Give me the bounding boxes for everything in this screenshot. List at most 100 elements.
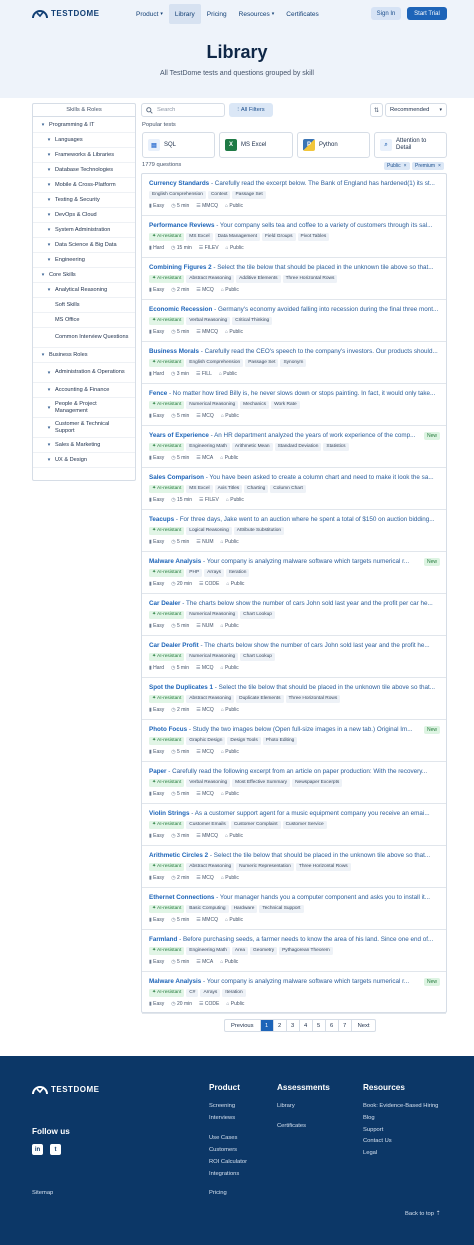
sidebar-item[interactable]: ▾ UX & Design <box>33 453 135 468</box>
question-row[interactable]: Economic Recession - Germany's economy a… <box>142 300 446 342</box>
page-button[interactable]: 5 <box>313 1020 326 1031</box>
question-title[interactable]: Paper - Carefully read the following exc… <box>149 768 441 775</box>
page-button[interactable]: 1 <box>260 1020 274 1031</box>
close-icon[interactable]: × <box>438 163 441 169</box>
sidebar-item[interactable]: ▾ Mobile & Cross-Platform <box>33 178 135 193</box>
question-row[interactable]: Car Dealer - The charts below show the n… <box>142 594 446 636</box>
sidebar-item[interactable]: ▾ Core Skills <box>33 268 135 283</box>
footer-link[interactable]: Interviews <box>209 1115 235 1121</box>
question-title[interactable]: Arithmetic Circles 2 - Select the tile b… <box>149 852 441 859</box>
question-title[interactable]: Photo Focus - Study the two images below… <box>149 726 419 733</box>
sidebar-item[interactable]: ▾ System Administration <box>33 223 135 238</box>
question-row[interactable]: Performance Reviews - Your company sells… <box>142 216 446 258</box>
search-input[interactable] <box>157 107 217 113</box>
sort-select[interactable]: Recommended ▾ <box>385 103 447 117</box>
sidebar-item[interactable]: ▾ Languages <box>33 133 135 148</box>
previous-page-button[interactable]: Previous <box>225 1020 261 1031</box>
question-title[interactable]: Malware Analysis - Your company is analy… <box>149 978 419 985</box>
question-title[interactable]: Combining Figures 2 - Select the tile be… <box>149 264 441 271</box>
question-row[interactable]: Spot the Duplicates 1 - Select the tile … <box>142 678 446 720</box>
question-title[interactable]: Sales Comparison - You have been asked t… <box>149 474 441 481</box>
footer-link[interactable]: ROI Calculator <box>209 1159 247 1165</box>
question-title[interactable]: Farmland - Before purchasing seeds, a fa… <box>149 936 441 943</box>
twitter-icon[interactable]: t <box>50 1144 61 1155</box>
question-title[interactable]: Currency Standards - Carefully read the … <box>149 180 441 187</box>
sort-order-button[interactable]: ⇅ <box>370 103 383 117</box>
sidebar-item[interactable]: ▾ Testing & Security <box>33 193 135 208</box>
question-title[interactable]: Fence - No matter how tired Billy is, he… <box>149 390 441 397</box>
sidebar-item[interactable]: ▾ Accounting & Finance <box>33 383 135 398</box>
filter-chip-premium[interactable]: Premium × <box>412 162 444 170</box>
testdome-logo[interactable]: TESTDOME <box>32 7 99 19</box>
sidebar-item[interactable]: Soft Skills <box>33 298 135 313</box>
footer-link[interactable]: Support <box>363 1127 383 1133</box>
page-button[interactable]: 4 <box>300 1020 313 1031</box>
footer-link[interactable]: Book: Evidence-Based Hiring <box>363 1103 438 1109</box>
sidebar-item[interactable]: ▾ Data Science & Big Data <box>33 238 135 253</box>
question-title[interactable]: Business Morals - Carefully read the CEO… <box>149 348 441 355</box>
menu-pricing[interactable]: Pricing <box>201 4 233 24</box>
linkedin-icon[interactable]: in <box>32 1144 43 1155</box>
sidebar-item[interactable]: ▾ Sales & Marketing <box>33 438 135 453</box>
question-row[interactable]: Photo Focus - Study the two images below… <box>142 720 446 762</box>
sidebar-item[interactable]: ▾ Engineering <box>33 253 135 268</box>
question-row[interactable]: Business Morals - Carefully read the CEO… <box>142 342 446 384</box>
sidebar-item[interactable]: MS Office <box>33 313 135 328</box>
question-row[interactable]: Years of Experience - An HR department a… <box>142 426 446 468</box>
question-row[interactable]: Ethernet Connections - Your manager hand… <box>142 888 446 930</box>
footer-link[interactable]: Screening <box>209 1103 235 1109</box>
question-title[interactable]: Spot the Duplicates 1 - Select the tile … <box>149 684 441 691</box>
sidebar-item[interactable]: ▾ Frameworks & Libraries <box>33 148 135 163</box>
question-row[interactable]: Teacups - For three days, Jake went to a… <box>142 510 446 552</box>
footer-link[interactable]: Blog <box>363 1115 375 1121</box>
sidebar-item[interactable]: ▾ Customer & Technical Support <box>33 418 135 438</box>
sign-in-button[interactable]: Sign In <box>371 7 401 20</box>
question-title[interactable]: Car Dealer - The charts below show the n… <box>149 600 441 607</box>
footer-link[interactable]: Legal <box>363 1150 377 1156</box>
page-button[interactable]: 2 <box>274 1020 287 1031</box>
question-title[interactable]: Teacups - For three days, Jake went to a… <box>149 516 441 523</box>
popular-test-attention-to-detail[interactable]: ⌕ Attention to Detail <box>374 132 447 158</box>
question-title[interactable]: Car Dealer Profit - The charts below sho… <box>149 642 441 649</box>
question-title[interactable]: Performance Reviews - Your company sells… <box>149 222 441 229</box>
sitemap-link[interactable]: Sitemap <box>32 1190 53 1196</box>
question-title[interactable]: Malware Analysis - Your company is analy… <box>149 558 419 565</box>
question-title[interactable]: Violin Strings - As a customer support a… <box>149 810 441 817</box>
question-title[interactable]: Ethernet Connections - Your manager hand… <box>149 894 441 901</box>
footer-link[interactable]: Customers <box>209 1147 237 1153</box>
menu-library[interactable]: Library <box>168 4 201 24</box>
question-row[interactable]: Combining Figures 2 - Select the tile be… <box>142 258 446 300</box>
sidebar-item[interactable]: ▾ People & Project Management <box>33 398 135 418</box>
question-row[interactable]: Farmland - Before purchasing seeds, a fa… <box>142 930 446 972</box>
question-title[interactable]: Years of Experience - An HR department a… <box>149 432 419 439</box>
question-row[interactable]: Malware Analysis - Your company is analy… <box>142 972 446 1014</box>
sidebar-item[interactable]: Common Interview Questions <box>33 328 135 348</box>
popular-test-sql[interactable]: ▤ SQL <box>142 132 215 158</box>
footer-link[interactable]: Certificates <box>277 1123 306 1129</box>
menu-product[interactable]: Product ▾ <box>130 4 169 24</box>
footer-link[interactable]: Integrations <box>209 1171 239 1177</box>
question-row[interactable]: Arithmetic Circles 2 - Select the tile b… <box>142 846 446 888</box>
footer-link[interactable]: Use Cases <box>209 1135 237 1141</box>
page-button[interactable]: 7 <box>339 1020 352 1031</box>
footer-logo[interactable]: TESTDOME <box>32 1083 99 1095</box>
close-icon[interactable]: × <box>404 163 407 169</box>
filter-chip-public[interactable]: Public × <box>384 162 410 170</box>
search-box[interactable] <box>141 103 225 117</box>
sidebar-item[interactable]: ▾ Programming & IT <box>33 118 135 133</box>
back-to-top-link[interactable]: Back to top ⇡ <box>405 1211 441 1217</box>
page-button[interactable]: 6 <box>326 1020 339 1031</box>
footer-link[interactable]: Library <box>277 1103 295 1109</box>
next-page-button[interactable]: Next <box>352 1020 376 1031</box>
question-row[interactable]: Car Dealer Profit - The charts below sho… <box>142 636 446 678</box>
question-row[interactable]: Sales Comparison - You have been asked t… <box>142 468 446 510</box>
question-row[interactable]: Paper - Carefully read the following exc… <box>142 762 446 804</box>
sidebar-item[interactable]: ▾ DevOps & Cloud <box>33 208 135 223</box>
sidebar-item[interactable]: ▾ Analytical Reasoning <box>33 283 135 298</box>
footer-link[interactable]: Pricing <box>209 1190 227 1196</box>
page-button[interactable]: 3 <box>287 1020 300 1031</box>
menu-resources[interactable]: Resources ▾ <box>233 4 281 24</box>
question-row[interactable]: Fence - No matter how tired Billy is, he… <box>142 384 446 426</box>
question-row[interactable]: Violin Strings - As a customer support a… <box>142 804 446 846</box>
sidebar-item[interactable]: ▾ Database Technologies <box>33 163 135 178</box>
